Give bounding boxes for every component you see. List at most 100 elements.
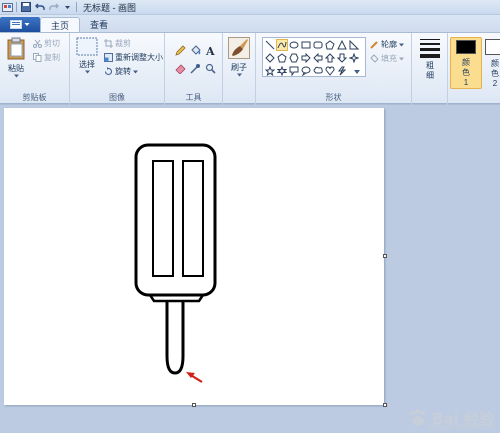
shapes-gallery	[262, 37, 366, 77]
color1-selector[interactable]: 颜色 1	[450, 37, 482, 89]
ribbon-tab-row: 主页 查看	[0, 15, 500, 32]
drawing-canvas[interactable]	[4, 108, 384, 405]
eraser-icon[interactable]	[174, 62, 186, 74]
outline-icon	[370, 41, 378, 49]
size-button[interactable]: 粗细	[417, 37, 443, 81]
rect-callout-shape-icon[interactable]	[288, 65, 300, 77]
redo-icon[interactable]	[48, 2, 59, 13]
paste-label: 粘贴	[8, 64, 24, 73]
pentagon-shape-icon[interactable]	[276, 52, 288, 64]
chevron-down-icon	[24, 23, 30, 26]
svg-text:A: A	[205, 45, 215, 56]
brushes-label: 刷子	[231, 63, 247, 72]
copy-icon	[33, 53, 42, 62]
customize-dropdown-icon[interactable]	[62, 2, 73, 13]
file-menu-icon	[10, 20, 22, 29]
canvas-area: Bai 经验 jingyan.baidu.com	[0, 105, 500, 433]
undo-icon[interactable]	[34, 2, 45, 13]
shapes-group-label: 形状	[325, 93, 342, 102]
tools-group-label: 工具	[185, 93, 202, 102]
cloud-callout-shape-icon[interactable]	[312, 65, 324, 77]
fill-label: 填充	[381, 54, 397, 63]
hexagon-shape-icon[interactable]	[288, 52, 300, 64]
resize-button[interactable]: 重新调整大小	[104, 52, 163, 63]
left-arrow-shape-icon[interactable]	[312, 52, 324, 64]
paste-button[interactable]: 粘贴	[4, 37, 28, 78]
outline-button[interactable]: 轮廓	[370, 39, 404, 50]
crop-label: 裁剪	[115, 39, 131, 48]
text-tool-icon[interactable]: A	[204, 44, 216, 56]
image-group-label: 图像	[109, 93, 125, 102]
up-arrow-shape-icon[interactable]	[324, 52, 336, 64]
scissors-icon	[33, 39, 42, 48]
six-point-star-shape-icon[interactable]	[276, 65, 288, 77]
rectangle-shape-icon[interactable]	[300, 39, 312, 51]
brush-icon	[228, 37, 250, 59]
paste-icon	[7, 37, 25, 60]
curve-shape-icon[interactable]	[276, 39, 288, 51]
clipboard-group: 粘贴 剪切 复制 剪贴板	[0, 33, 70, 105]
down-arrow-shape-icon[interactable]	[336, 52, 348, 64]
fill-bucket-icon[interactable]	[189, 44, 201, 56]
oval-callout-shape-icon[interactable]	[300, 65, 312, 77]
paint-app-icon[interactable]	[2, 2, 13, 13]
right-triangle-shape-icon[interactable]	[348, 39, 360, 51]
image-group: 选择 裁剪 重新调整大小 旋转 图像	[70, 33, 165, 105]
color-picker-icon[interactable]	[189, 62, 201, 74]
brushes-button[interactable]: 刷子	[226, 37, 252, 77]
size-label: 粗细	[426, 61, 434, 80]
lightning-shape-icon[interactable]	[336, 65, 348, 77]
watermark-url: jingyan.baidu.com	[429, 422, 494, 431]
line-width-icon	[420, 39, 440, 58]
color2-selector[interactable]: 颜色 2	[484, 37, 500, 89]
tools-group: A 工具	[165, 33, 223, 105]
tab-view[interactable]: 查看	[80, 17, 118, 32]
select-icon	[76, 37, 98, 56]
window-title: 无标题 - 画图	[83, 2, 136, 13]
select-button[interactable]: 选择	[74, 37, 100, 74]
five-point-star-shape-icon[interactable]	[264, 65, 276, 77]
right-arrow-shape-icon[interactable]	[300, 52, 312, 64]
color2-label: 颜色 2	[491, 59, 499, 88]
rotate-icon	[104, 67, 113, 76]
save-icon[interactable]	[20, 2, 31, 13]
tab-home[interactable]: 主页	[40, 17, 81, 32]
oval-shape-icon[interactable]	[288, 39, 300, 51]
file-menu-button[interactable]	[0, 17, 40, 32]
color2-swatch	[485, 39, 500, 55]
cut-button[interactable]: 剪切	[33, 38, 60, 49]
chevron-down-icon	[84, 70, 90, 74]
select-label: 选择	[79, 60, 95, 69]
heart-shape-icon[interactable]	[324, 65, 336, 77]
clipboard-group-label: 剪贴板	[22, 93, 47, 102]
chevron-down-icon	[13, 74, 19, 78]
canvas-resize-handle-corner[interactable]	[383, 403, 387, 407]
canvas-resize-handle-right[interactable]	[383, 254, 387, 258]
triangle-shape-icon[interactable]	[336, 39, 348, 51]
color1-label: 颜色 1	[462, 58, 470, 87]
canvas-resize-handle-bottom[interactable]	[192, 403, 196, 407]
chevron-down-icon	[133, 70, 138, 73]
resize-icon	[104, 53, 113, 62]
copy-button[interactable]: 复制	[33, 52, 60, 63]
copy-label: 复制	[44, 53, 60, 62]
four-point-star-shape-icon[interactable]	[348, 52, 360, 64]
crop-button[interactable]: 裁剪	[104, 38, 131, 49]
scroll-down-icon[interactable]	[351, 65, 363, 77]
title-bar: 无标题 - 画图	[0, 0, 500, 15]
magnifier-icon[interactable]	[204, 62, 216, 74]
rounded-rectangle-shape-icon[interactable]	[312, 39, 324, 51]
polygon-shape-icon[interactable]	[324, 39, 336, 51]
diamond-shape-icon[interactable]	[264, 52, 276, 64]
rotate-button[interactable]: 旋转	[104, 66, 138, 77]
size-group: 粗细	[412, 33, 448, 105]
outline-label: 轮廓	[381, 40, 397, 49]
pencil-icon[interactable]	[174, 44, 186, 56]
shapes-group: 轮廓 填充 形状	[256, 33, 412, 105]
chevron-down-icon	[399, 57, 404, 60]
fill-button[interactable]: 填充	[370, 53, 404, 64]
line-shape-icon[interactable]	[264, 39, 276, 51]
baidu-paw-logo	[410, 408, 426, 426]
fill-icon	[370, 54, 379, 63]
crop-icon	[104, 39, 113, 48]
